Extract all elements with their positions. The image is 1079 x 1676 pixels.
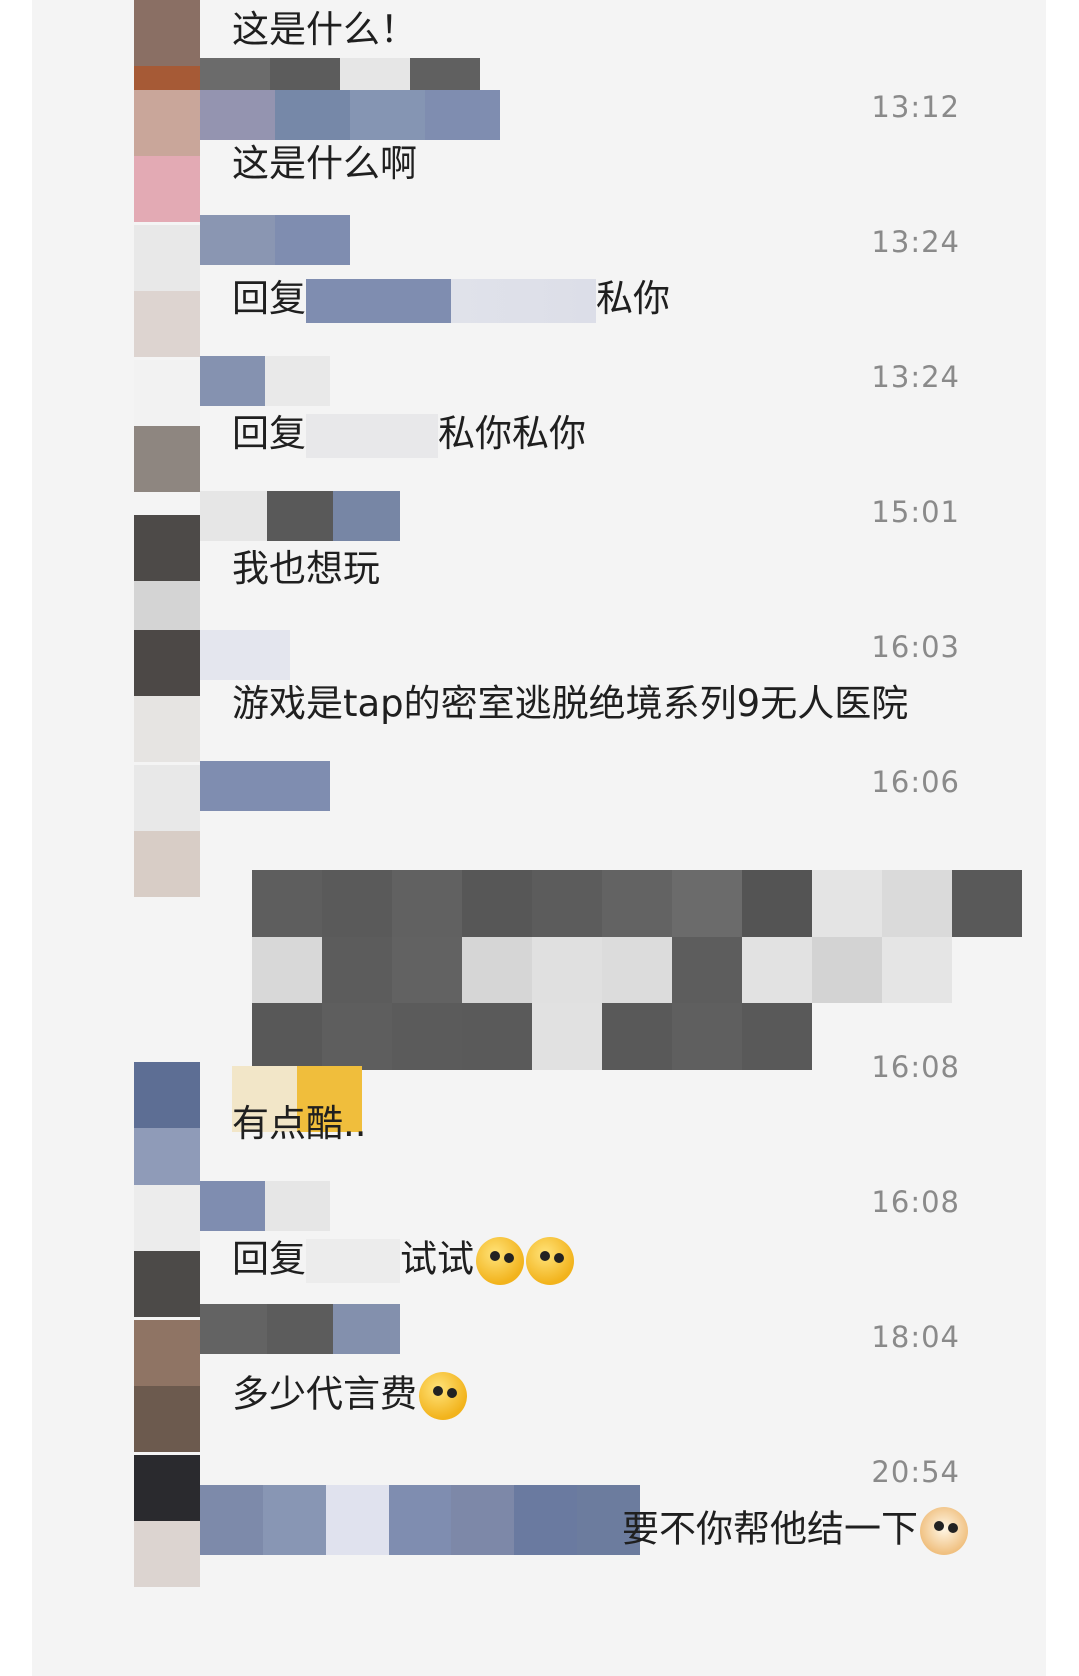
message-text: 回复 私你私你: [232, 412, 586, 458]
message-text: 要不你帮他结一下: [622, 1507, 968, 1555]
message-time: 18:04: [871, 1320, 960, 1354]
message-time: 20:54: [871, 1455, 960, 1489]
reply-text: 试试: [400, 1237, 474, 1281]
eye-cover-icon: [526, 1237, 574, 1285]
message-time: 15:01: [871, 495, 960, 529]
sender-name-redacted: [200, 1485, 641, 1555]
sender-name-redacted: [200, 90, 500, 140]
avatar[interactable]: [134, 1185, 200, 1317]
message-text: 游戏是tap的密室逃脱绝境系列9无人医院: [232, 682, 909, 725]
sender-name-redacted: [200, 215, 350, 265]
avatar[interactable]: [134, 1455, 200, 1587]
message-time: 16:08: [871, 1185, 960, 1219]
message-body: 要不你帮他结一下: [622, 1507, 918, 1551]
sender-name-redacted: [200, 491, 401, 541]
giggle-icon: [419, 1372, 467, 1420]
sender-name-redacted: [200, 356, 330, 406]
message-text: 回复 试试: [232, 1237, 574, 1285]
doge-icon: [920, 1507, 968, 1555]
message-text: 回复 私你: [232, 277, 670, 323]
reply-text: 私你: [596, 277, 670, 320]
sender-name-redacted: [200, 630, 290, 680]
redacted-message-mosaic: [252, 870, 1022, 1070]
mention-redacted: [306, 413, 438, 458]
message-time: 13:24: [871, 360, 960, 394]
avatar[interactable]: [134, 1062, 200, 1194]
message-text: 这是什么！: [232, 8, 417, 51]
message-text: 多少代言费: [232, 1372, 467, 1420]
avatar[interactable]: [134, 515, 200, 647]
avatar[interactable]: [134, 225, 200, 357]
message-time: 16:08: [871, 1050, 960, 1084]
avatar[interactable]: [134, 1320, 200, 1452]
message-text: 有点酷..: [232, 1102, 367, 1145]
message-time: 16:03: [871, 630, 960, 664]
mention-redacted: [306, 1239, 400, 1283]
eye-cover-icon: [476, 1237, 524, 1285]
message-time: 16:06: [871, 765, 960, 799]
message-text: 我也想玩: [232, 547, 380, 590]
sender-name-redacted: [200, 1181, 330, 1231]
sender-name-redacted: [200, 1304, 401, 1354]
mention-redacted: [306, 278, 596, 323]
message-body: 多少代言费: [232, 1372, 417, 1416]
message-text: 这是什么啊: [232, 142, 417, 185]
avatar[interactable]: [134, 90, 200, 222]
reply-text: 私你私你: [438, 412, 586, 455]
avatar[interactable]: [134, 630, 200, 762]
reply-prefix: 回复: [232, 277, 306, 320]
avatar[interactable]: [134, 360, 200, 492]
message-time: 13:24: [871, 225, 960, 259]
sender-name-redacted: [200, 761, 330, 811]
reply-prefix: 回复: [232, 412, 306, 455]
avatar[interactable]: [134, 765, 200, 897]
chat-panel: 这是什么！ 13:12 这是什么啊 13:24 回复 私你 13:24 回复 私…: [32, 0, 1046, 1676]
message-time: 13:12: [871, 90, 960, 124]
reply-prefix: 回复: [232, 1237, 306, 1281]
